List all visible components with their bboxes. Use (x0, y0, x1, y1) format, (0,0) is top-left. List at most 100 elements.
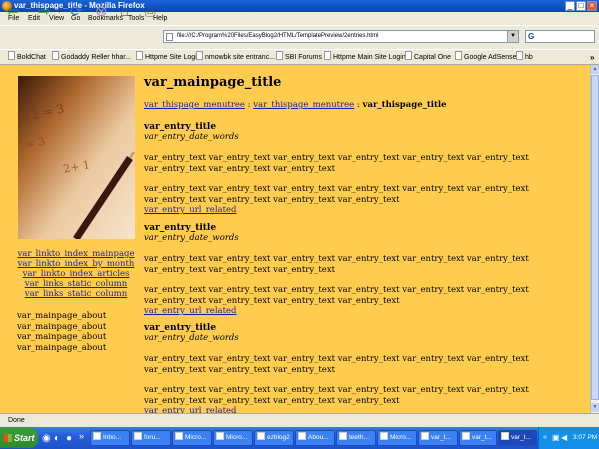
bookmark-item[interactable]: nmowbk site entranc... (196, 50, 275, 65)
bookmark-page-icon (8, 51, 15, 60)
address-text[interactable]: file:///C:/Program%20Files/EasyBlog2/HTM… (177, 31, 378, 42)
breadcrumb-separator: : (354, 100, 363, 110)
print-icon[interactable]: ⎙ (145, 3, 155, 20)
tray-icon[interactable]: « (543, 427, 547, 449)
bookmark-item[interactable]: hb (516, 50, 533, 65)
bookmark-item[interactable]: Httpme Main Site Login (324, 50, 406, 65)
task-icon (298, 432, 306, 440)
link-index-articles[interactable]: var_linkto_index_articles (0, 269, 152, 279)
start-button[interactable]: Start (0, 428, 38, 448)
status-text: Done (8, 417, 25, 424)
entry-text: var_entry_text var_entry_text var_entry_… (144, 385, 529, 406)
taskbar-item[interactable]: var_t... (418, 430, 458, 446)
taskbar-item[interactable]: var_t... (459, 430, 497, 446)
about-line: var_mainpage_about (17, 342, 107, 353)
header-photo: +2 = 3 = 3 2+ 1 (18, 76, 135, 239)
bookmark-item[interactable]: Google AdSense (455, 50, 517, 65)
entry-date: var_entry_date_words (144, 333, 239, 343)
close-button[interactable]: × (587, 1, 597, 11)
scroll-thumb[interactable] (591, 75, 599, 400)
bookmark-item[interactable]: BoldChat (8, 50, 46, 65)
task-icon (462, 432, 470, 440)
quicklaunch-overflow-icon[interactable]: » (79, 428, 84, 445)
bookmark-item[interactable]: Httpme Site Login (136, 50, 201, 65)
forward-button-icon[interactable]: ⇨ (38, 3, 51, 20)
blog-entry: var_entry_title var_entry_date_words var… (144, 223, 584, 316)
clock[interactable]: 3:07 PM (573, 427, 597, 449)
bookmark-page-icon (455, 51, 462, 60)
breadcrumb: var_thispage_menutree : var_thispage_men… (144, 100, 447, 110)
taskbar-item[interactable]: foru... (131, 430, 171, 446)
link-static-column[interactable]: var_links_static_column (0, 289, 152, 299)
breadcrumb-link[interactable]: var_thispage_menutree (253, 100, 354, 110)
task-icon (339, 432, 347, 440)
system-tray: « ▣ ◀ 3:07 PM (538, 427, 599, 449)
address-bar[interactable]: file:///C:/Program%20Files/EasyBlog2/HTM… (163, 30, 519, 43)
quicklaunch-icon[interactable]: ◉ (42, 430, 51, 447)
entry-related-link[interactable]: var_entry_url_related (144, 306, 584, 316)
scroll-down-icon[interactable]: ▼ (591, 403, 599, 412)
bookmark-page-icon (405, 51, 412, 60)
taskbar-item[interactable]: ezblog2 (254, 430, 294, 446)
google-search-icon: G (528, 32, 535, 41)
taskbar-item[interactable]: Abou... (295, 430, 335, 446)
bookmarks-overflow-icon[interactable]: » (590, 50, 594, 65)
task-icon (257, 432, 265, 440)
breadcrumb-link[interactable]: var_thispage_menutree (144, 100, 245, 110)
menu-tools[interactable]: Tools (128, 12, 144, 25)
home-icon[interactable]: ⌂ (120, 3, 129, 20)
link-static-column[interactable]: var_links_static_column (0, 279, 152, 289)
entry-date: var_entry_date_words (144, 132, 239, 142)
search-box[interactable]: G (525, 30, 595, 43)
address-dropdown-icon[interactable]: ▼ (507, 31, 518, 42)
start-label: Start (14, 433, 35, 443)
bookmark-item[interactable]: Godaddy Reller hhar... (52, 50, 131, 65)
quicklaunch-icon[interactable]: ◐ (54, 430, 60, 447)
minimize-button[interactable]: _ (565, 1, 575, 11)
maximize-button[interactable]: □ (576, 1, 586, 11)
status-bar: Done (0, 413, 599, 427)
network-icon[interactable]: ▣ (552, 427, 560, 449)
stop-icon[interactable]: ⊗ (95, 3, 108, 20)
page-icon (166, 33, 173, 41)
task-icon (93, 432, 101, 440)
bookmark-item[interactable]: SBI Forums (276, 50, 322, 65)
task-icon (134, 432, 142, 440)
header-photo-art: +2 = 3 = 3 2+ 1 (18, 76, 135, 239)
blog-entry: var_entry_title var_entry_date_words var… (144, 323, 584, 413)
vertical-scrollbar[interactable]: ▲ ▼ (590, 65, 599, 413)
reload-icon[interactable]: ⟳ (70, 3, 83, 20)
taskbar-item[interactable]: Micro... (172, 430, 212, 446)
taskbar-item[interactable]: Inbo... (90, 430, 130, 446)
taskbar-item[interactable]: teeth... (336, 430, 376, 446)
about-line: var_mainpage_about (17, 311, 107, 321)
back-dropdown-icon[interactable]: ▾ (26, 3, 30, 20)
sidebar-about: var_mainpage_about var_mainpage_about va… (17, 311, 106, 353)
bookmark-page-icon (52, 51, 59, 60)
volume-icon[interactable]: ◀ (561, 427, 567, 449)
about-line: var_mainpage_about (17, 321, 107, 332)
link-index-mainpage[interactable]: var_linkto_index_mainpage (0, 249, 152, 259)
entry-related-link[interactable]: var_entry_url_related (144, 205, 584, 215)
taskbar-item[interactable]: Micro... (213, 430, 253, 446)
task-icon (501, 432, 509, 440)
task-icon (216, 432, 224, 440)
bookmarks-toolbar: BoldChat Godaddy Reller hhar... Httpme S… (0, 49, 599, 65)
bookmark-page-icon (276, 51, 283, 60)
entry-title: var_entry_title (144, 323, 217, 333)
entry-text: var_entry_text var_entry_text var_entry_… (144, 354, 529, 375)
taskbar-item-active[interactable]: var_t... (498, 430, 537, 446)
forward-dropdown-icon[interactable]: ▾ (58, 3, 62, 20)
bookmark-item[interactable]: Capital One (405, 50, 451, 65)
taskbar-item[interactable]: Micro... (377, 430, 417, 446)
entry-related-link[interactable]: var_entry_url_related (144, 406, 584, 413)
task-icon (421, 432, 429, 440)
scroll-up-icon[interactable]: ▲ (591, 65, 599, 74)
back-button-icon[interactable]: ⇦ (6, 3, 19, 20)
bookmark-page-icon (196, 51, 203, 60)
sidebar-links: var_linkto_index_mainpage var_linkto_ind… (0, 249, 152, 299)
link-index-by-month[interactable]: var_linkto_index_by_month (0, 259, 152, 269)
quicklaunch-icon[interactable]: ● (66, 430, 72, 447)
breadcrumb-current: var_thispage_title (362, 100, 447, 110)
windows-logo-icon (4, 434, 12, 442)
